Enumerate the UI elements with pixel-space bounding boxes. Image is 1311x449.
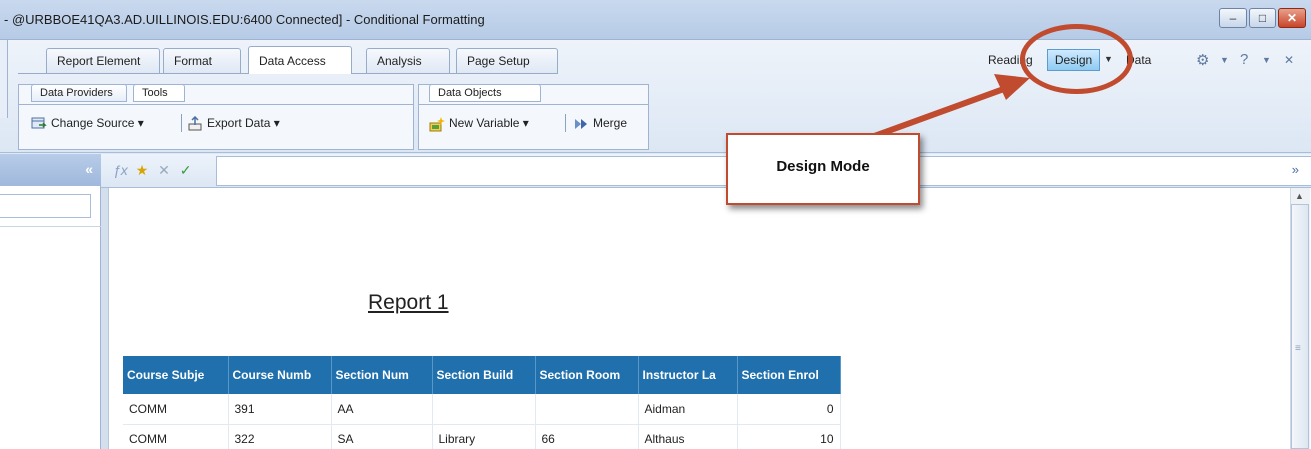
minimize-icon: –: [1229, 11, 1237, 25]
export-data-icon: [188, 115, 202, 131]
report-title[interactable]: Report 1: [368, 291, 449, 315]
table-cell[interactable]: 322: [228, 424, 332, 449]
change-source-icon: [31, 117, 47, 129]
design-mode-highlight-circle: [1020, 24, 1133, 94]
window-title: - @URBBOE41QA3.AD.UILLINOIS.EDU:6400 Con…: [4, 12, 485, 27]
scrollbar-thumb[interactable]: [1291, 204, 1309, 449]
minimize-button[interactable]: –: [1219, 8, 1247, 28]
create-variable-icon[interactable]: ★: [136, 162, 149, 178]
table-cell[interactable]: 0: [737, 394, 841, 425]
change-source-label: Change Source ▾: [51, 116, 144, 130]
vertical-scrollbar[interactable]: ▲ ≡: [1260, 188, 1311, 449]
new-variable-label: New Variable ▾: [449, 116, 529, 130]
scroll-up-icon[interactable]: ▲: [1295, 191, 1304, 201]
design-mode-callout: Design Mode: [726, 133, 920, 205]
group-data-providers: Data Providers Tools Change Source ▾ Exp…: [18, 84, 414, 150]
subtab-tools[interactable]: Tools: [133, 84, 185, 102]
maximize-button[interactable]: □: [1249, 8, 1276, 28]
maximize-icon: □: [1258, 11, 1267, 25]
formula-icons: ƒx ★ ✕ ✓: [113, 162, 192, 179]
table-cell[interactable]: 391: [228, 394, 332, 425]
table-cell[interactable]: 66: [535, 424, 639, 449]
table-cell[interactable]: COMM: [123, 394, 229, 425]
merge-icon: [575, 118, 587, 129]
column-header[interactable]: Course Subje: [123, 356, 229, 394]
report-table[interactable]: Course Subje Course Numb Section Num Sec…: [123, 356, 841, 449]
formula-bar: ƒx ★ ✕ ✓ »: [101, 154, 1311, 188]
subtab-data-objects[interactable]: Data Objects: [429, 84, 541, 102]
collapse-ribbon-icon[interactable]: ✕: [1284, 53, 1294, 67]
help-dropdown-icon[interactable]: ▼: [1262, 55, 1271, 65]
tab-analysis[interactable]: Analysis: [366, 48, 450, 73]
tab-data-access[interactable]: Data Access: [248, 46, 352, 74]
table-cell[interactable]: AA: [331, 394, 433, 425]
collapse-panel-icon[interactable]: «: [85, 161, 93, 177]
table-header-row: Course Subje Course Numb Section Num Sec…: [123, 356, 841, 394]
export-data-label: Export Data ▾: [207, 116, 280, 130]
table-cell[interactable]: Aidman: [638, 394, 738, 425]
new-variable-button[interactable]: New Variable ▾: [429, 112, 529, 136]
table-cell[interactable]: [432, 394, 536, 425]
change-source-button[interactable]: Change Source ▾: [31, 112, 144, 136]
tab-report-element[interactable]: Report Element: [46, 48, 160, 73]
new-variable-icon: [429, 116, 445, 132]
left-stub: [0, 40, 8, 118]
column-header[interactable]: Section Enrol: [737, 356, 841, 394]
left-panel-search-input[interactable]: [0, 194, 91, 218]
scroll-grip-icon: ≡: [1295, 343, 1301, 354]
merge-label: Merge: [593, 116, 628, 130]
callout-label: Design Mode: [776, 158, 870, 175]
left-panel: «: [0, 154, 101, 449]
table-row[interactable]: COMM 391 AA Aidman 0: [123, 394, 841, 425]
column-header[interactable]: Section Num: [331, 356, 433, 394]
help-icon[interactable]: ?: [1240, 51, 1248, 68]
table-cell[interactable]: SA: [331, 424, 433, 449]
column-header[interactable]: Instructor La: [638, 356, 738, 394]
cancel-formula-icon[interactable]: ✕: [158, 162, 170, 178]
table-cell[interactable]: 10: [737, 424, 841, 449]
table-cell[interactable]: [535, 394, 639, 425]
merge-button[interactable]: Merge: [573, 112, 627, 136]
subtab-data-providers[interactable]: Data Providers: [31, 84, 127, 102]
tab-format[interactable]: Format: [163, 48, 241, 73]
table-cell[interactable]: Althaus: [638, 424, 738, 449]
close-icon: ✕: [1286, 11, 1298, 25]
table-row[interactable]: COMM 322 SA Library 66 Althaus 10: [123, 424, 841, 449]
validate-formula-icon[interactable]: ✓: [180, 162, 192, 178]
left-panel-header: «: [0, 154, 101, 186]
gear-icon[interactable]: ⚙: [1196, 51, 1209, 69]
tab-page-setup[interactable]: Page Setup: [456, 48, 558, 73]
column-header[interactable]: Course Numb: [228, 356, 332, 394]
group-data-objects: Data Objects New Variable ▾ Merge: [418, 84, 649, 150]
column-header[interactable]: Section Build: [432, 356, 536, 394]
formula-editor-icon[interactable]: ƒx: [113, 162, 128, 178]
table-cell[interactable]: Library: [432, 424, 536, 449]
expand-formula-icon[interactable]: »: [1292, 162, 1299, 177]
export-data-button[interactable]: Export Data ▾: [187, 112, 280, 136]
close-button[interactable]: ✕: [1278, 8, 1306, 28]
gear-dropdown-icon[interactable]: ▼: [1220, 55, 1229, 65]
column-header[interactable]: Section Room: [535, 356, 639, 394]
table-cell[interactable]: COMM: [123, 424, 229, 449]
